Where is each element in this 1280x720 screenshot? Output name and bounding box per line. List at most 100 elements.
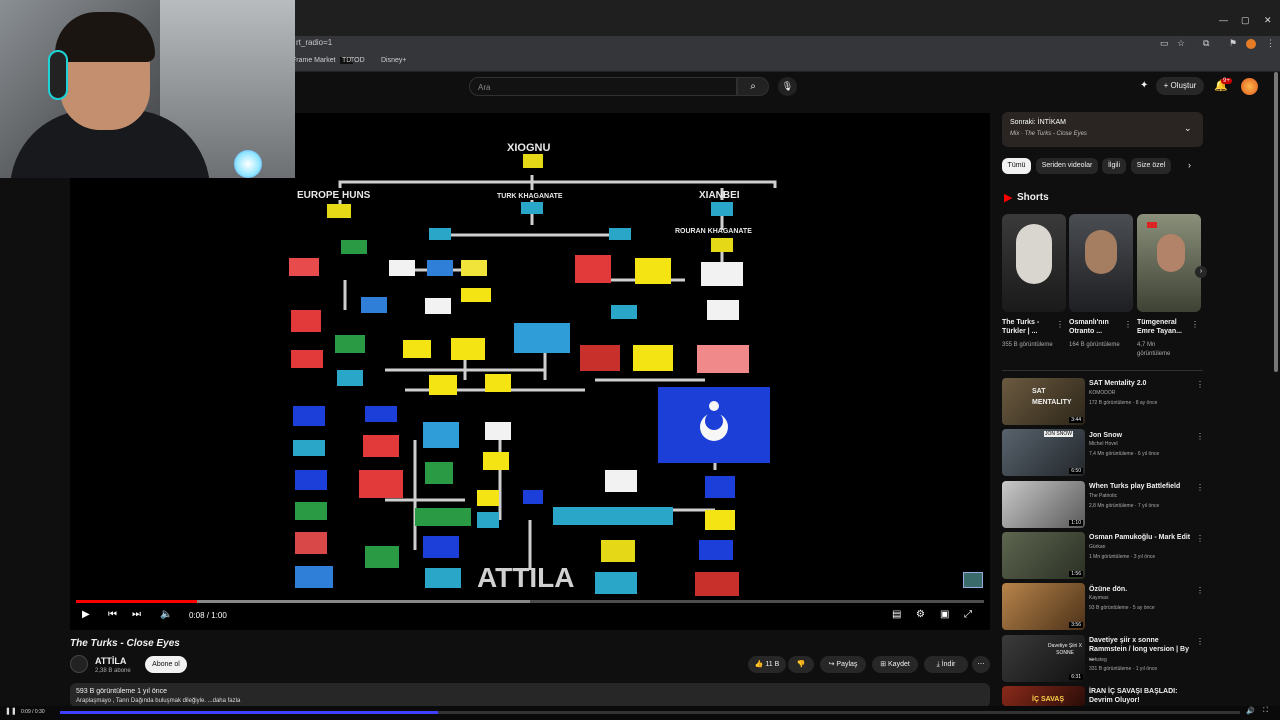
video-title[interactable]: İRAN İÇ SAVAŞI BAŞLADI: Devrim Oluyor!: [1089, 687, 1194, 705]
video-title: The Turks - Close Eyes: [70, 638, 180, 649]
description-text: Araplaşmayo , Tanrı Dağında buluşmak dil…: [76, 698, 241, 704]
browser-menu-icon[interactable]: ⋮: [1266, 38, 1275, 49]
more-vert-icon[interactable]: ⋮: [1056, 320, 1064, 329]
channel-name[interactable]: ATTİLA: [95, 656, 126, 666]
more-vert-icon[interactable]: ⋮: [1196, 534, 1204, 543]
minimize-button[interactable]: —: [1219, 15, 1228, 25]
extensions-icon[interactable]: ⧉: [1203, 38, 1209, 49]
video-channel[interactable]: KOMODOR: [1089, 390, 1115, 396]
video-channel[interactable]: The Patriotic: [1089, 493, 1117, 499]
short-title[interactable]: The Turks - Türkler | ...: [1002, 318, 1050, 336]
short-badge: [1147, 222, 1157, 228]
bookmark-star-icon[interactable]: ☆: [1177, 38, 1185, 49]
settings-gear-icon[interactable]: ⚙: [916, 609, 925, 620]
general-face: [1157, 234, 1185, 272]
shorts-next-button[interactable]: ›: [1195, 266, 1207, 278]
chip-all[interactable]: Tümü: [1002, 158, 1031, 174]
video-thumbnail[interactable]: Davetiye Şiiri X SONNE 6:31: [1002, 635, 1085, 682]
maximize-button[interactable]: ▢: [1241, 15, 1250, 26]
divider: [1002, 370, 1203, 371]
save-button[interactable]: ⊞ Kaydet: [872, 656, 918, 673]
extension-icon[interactable]: ⚑: [1229, 38, 1237, 49]
more-vert-icon[interactable]: ⋮: [1196, 483, 1204, 492]
pause-icon[interactable]: ❚❚: [5, 707, 17, 715]
fullscreen-icon[interactable]: ⤢: [964, 609, 972, 620]
more-vert-icon[interactable]: ⋮: [1196, 637, 1204, 646]
chevron-right-icon[interactable]: ›: [1188, 160, 1191, 170]
subscribe-button[interactable]: Abone ol: [145, 656, 187, 673]
search-button[interactable]: ⌕: [737, 77, 769, 96]
bookmark-item[interactable]: Frame Market: [292, 57, 336, 64]
previous-icon[interactable]: ⏮: [108, 609, 117, 620]
chip-series[interactable]: Seriden videolar: [1036, 158, 1098, 174]
more-actions-button[interactable]: ⋯: [972, 656, 990, 673]
video-title[interactable]: Osman Pamukoğlu - Mark Edit: [1089, 533, 1194, 542]
channel-avatar[interactable]: [70, 655, 88, 673]
video-channel[interactable]: Gürkan: [1089, 544, 1105, 550]
media-progress-bar[interactable]: [60, 711, 1240, 714]
thumbnail-text: JON SNOW: [1044, 431, 1073, 437]
avatar[interactable]: [1241, 78, 1258, 95]
video-title[interactable]: Özüne dön.: [1089, 585, 1194, 594]
cast-tab-icon[interactable]: ▭: [1160, 38, 1169, 49]
save-icon: ⊞: [880, 661, 887, 668]
chip-for-you[interactable]: Size özel: [1131, 158, 1171, 174]
video-meta: 7,4 Mn görüntüleme · 6 yıl önce: [1089, 451, 1160, 457]
close-window-button[interactable]: ✕: [1264, 15, 1272, 26]
more-vert-icon[interactable]: ⋮: [1191, 320, 1199, 329]
search-input[interactable]: Ara: [469, 77, 737, 96]
short-title[interactable]: Tümgeneral Emre Tayan...: [1137, 318, 1185, 336]
mix-title: Sonraki: İNTİKAM: [1010, 119, 1067, 126]
miniplayer-icon[interactable]: ▣: [940, 609, 949, 620]
video-thumbnail[interactable]: 1:10: [1002, 481, 1085, 528]
chart-branch-label: TURK KHAGANATE: [497, 193, 563, 200]
short-title[interactable]: Osmanlı'nın Otranto ...: [1069, 318, 1117, 336]
fullscreen-icon[interactable]: ⛶: [1263, 707, 1268, 715]
cast-icon[interactable]: ✦: [1140, 80, 1148, 91]
volume-icon[interactable]: 🔈: [160, 609, 172, 620]
more-vert-icon[interactable]: ⋮: [1196, 432, 1204, 441]
create-button[interactable]: + Oluştur: [1156, 77, 1204, 95]
more-vert-icon[interactable]: ⋮: [1196, 380, 1204, 389]
bookmark-item[interactable]: Disney+: [381, 57, 406, 64]
subtitles-icon[interactable]: ▤: [892, 609, 901, 620]
video-title[interactable]: SAT Mentality 2.0: [1089, 379, 1194, 388]
download-button[interactable]: ⤓ İndir: [924, 656, 968, 673]
short-thumbnail[interactable]: [1069, 214, 1133, 312]
more-vert-icon[interactable]: ⋮: [1196, 586, 1204, 595]
video-title[interactable]: When Turks play Battlefield: [1089, 482, 1194, 491]
video-thumbnail[interactable]: 3:56: [1002, 583, 1085, 630]
chart-branch-label: EUROPE HUNS: [297, 190, 371, 201]
video-channel[interactable]: türksteg: [1089, 657, 1107, 663]
notification-badge: 9+: [1221, 78, 1232, 84]
short-thumbnail[interactable]: [1002, 214, 1066, 312]
bookmark-item[interactable]: TOD: [350, 57, 365, 64]
short-views: 4,7 Mn görüntüleme: [1137, 342, 1171, 357]
dislike-button[interactable]: 👎: [788, 656, 814, 673]
video-channel[interactable]: Kayımas: [1089, 595, 1108, 601]
play-icon[interactable]: ▶: [82, 609, 90, 620]
url-text[interactable]: rt_radio=1: [296, 38, 332, 47]
video-thumbnail[interactable]: SAT MENTALITY 3:44: [1002, 378, 1085, 425]
voice-search-button[interactable]: 🎙: [778, 77, 797, 96]
share-button[interactable]: ↪ Paylaş: [820, 656, 866, 673]
video-thumbnail[interactable]: 1:56: [1002, 532, 1085, 579]
thumbnail-text: Davetiye Şiiri X SONNE: [1048, 643, 1082, 656]
video-title[interactable]: Jon Snow: [1089, 431, 1194, 440]
short-thumbnail[interactable]: [1137, 214, 1201, 312]
chip-related[interactable]: İlgili: [1102, 158, 1126, 174]
more-vert-icon[interactable]: ⋮: [1124, 320, 1132, 329]
like-button[interactable]: 👍 11 B: [748, 656, 786, 673]
profile-icon[interactable]: [1246, 39, 1256, 49]
chevron-down-icon[interactable]: ⌄: [1184, 123, 1192, 134]
mix-playlist-card[interactable]: [1002, 112, 1203, 147]
video-progress-bar[interactable]: [76, 600, 984, 603]
video-thumbnail[interactable]: JON SNOW 6:50: [1002, 429, 1085, 476]
page-scrollbar[interactable]: [1274, 72, 1278, 372]
media-progress-fill: [60, 711, 438, 714]
volume-icon[interactable]: 🔊: [1246, 707, 1255, 715]
video-channel[interactable]: Michel Hovel: [1089, 441, 1118, 447]
next-icon[interactable]: ⏭: [132, 609, 141, 620]
channel-watermark-icon[interactable]: [963, 572, 983, 588]
video-thumbnail[interactable]: İÇ SAVAŞ: [1002, 686, 1085, 706]
